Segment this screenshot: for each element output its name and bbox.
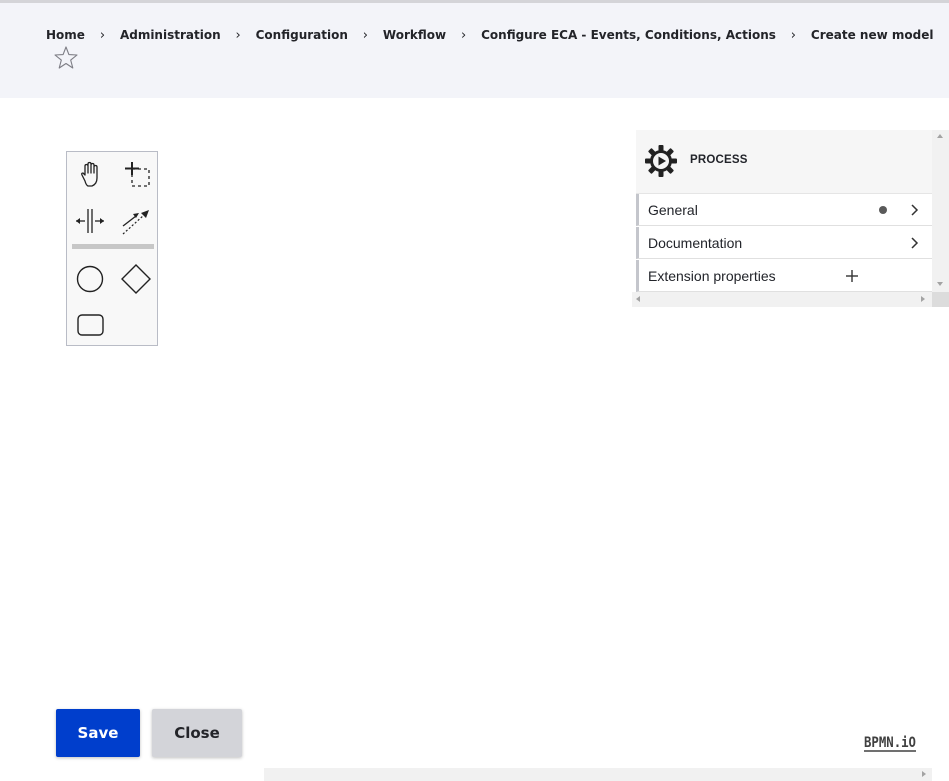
scroll-up-arrow-icon[interactable] [937, 134, 943, 138]
hand-tool-icon[interactable] [72, 157, 108, 193]
scroll-right-arrow-icon[interactable] [922, 771, 926, 777]
save-button[interactable]: Save [56, 709, 140, 757]
bpmn-io-logo[interactable]: BPMN.iO [862, 730, 918, 754]
group-documentation[interactable]: Documentation [636, 227, 932, 259]
lasso-tool-icon[interactable] [118, 157, 154, 193]
svg-text:BPMN.iO: BPMN.iO [864, 735, 916, 751]
chevron-right-icon[interactable] [908, 235, 922, 249]
breadcrumb-workflow[interactable]: Workflow [383, 28, 446, 42]
group-extension-properties-label: Extension properties [648, 268, 776, 284]
breadcrumb-separator: › [235, 27, 241, 43]
add-plus-icon[interactable] [845, 268, 859, 282]
breadcrumb-configuration[interactable]: Configuration [256, 28, 348, 42]
group-general[interactable]: General [636, 194, 932, 226]
gateway-icon[interactable] [118, 261, 154, 297]
canvas-horizontal-scrollbar[interactable] [264, 768, 932, 781]
group-extension-properties[interactable]: Extension properties [636, 260, 932, 292]
start-event-icon[interactable] [72, 261, 108, 297]
scroll-left-arrow-icon[interactable] [636, 296, 640, 302]
process-gear-icon [644, 144, 678, 178]
scrollbar-corner [932, 292, 949, 307]
properties-vertical-scrollbar[interactable] [932, 130, 949, 292]
bpmn-palette [66, 151, 158, 346]
group-documentation-label: Documentation [648, 235, 743, 251]
palette-separator [72, 244, 154, 249]
breadcrumb-separator: › [790, 27, 796, 43]
group-general-label: General [648, 202, 698, 218]
chevron-right-icon[interactable] [908, 202, 922, 216]
properties-panel-title: PROCESS [690, 154, 748, 166]
page-header: Home › Administration › Configuration › … [0, 3, 949, 98]
task-icon[interactable] [72, 307, 108, 343]
close-button[interactable]: Close [152, 709, 242, 757]
properties-panel-header: PROCESS [636, 130, 932, 194]
scroll-down-arrow-icon[interactable] [937, 282, 943, 286]
properties-horizontal-scrollbar[interactable] [632, 292, 932, 307]
breadcrumb-separator: › [460, 27, 467, 43]
breadcrumb-home[interactable]: Home [46, 28, 85, 42]
has-data-indicator-icon [879, 206, 887, 214]
breadcrumb-current-page: Create new model [810, 28, 934, 42]
breadcrumb-administration[interactable]: Administration [120, 28, 221, 42]
properties-panel: PROCESS General Documentation Extension … [636, 130, 932, 292]
breadcrumb-separator: › [362, 27, 368, 43]
favorite-star-icon[interactable] [52, 44, 80, 72]
breadcrumb-configure-eca[interactable]: Configure ECA - Events, Conditions, Acti… [481, 28, 776, 42]
breadcrumb: Home › Administration › Configuration › … [46, 26, 933, 44]
global-connect-tool-icon[interactable] [118, 203, 154, 239]
breadcrumb-separator: › [99, 27, 106, 43]
scroll-right-arrow-icon[interactable] [921, 296, 925, 302]
space-tool-icon[interactable] [72, 203, 108, 239]
